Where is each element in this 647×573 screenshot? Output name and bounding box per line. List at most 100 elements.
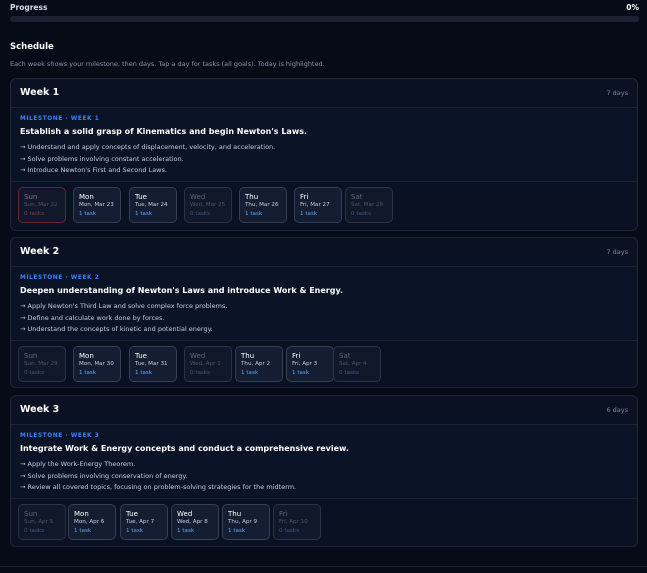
day-task-count: 1 task bbox=[228, 528, 246, 534]
day-name: Sun bbox=[24, 193, 38, 201]
week-day-count: 7 days bbox=[606, 89, 628, 97]
week-header[interactable]: Week 3 6 days bbox=[11, 396, 637, 425]
day-date: Sat, Mar 28 bbox=[351, 202, 384, 208]
day-task-count: 1 task bbox=[74, 528, 92, 534]
day-date: Fri, Apr 10 bbox=[279, 519, 308, 525]
day-name: Thu bbox=[241, 352, 255, 360]
objective-item: → Review all covered topics, focusing on… bbox=[20, 483, 297, 491]
day-task-count: 1 task bbox=[126, 528, 144, 534]
week-card: Week 2 7 days MILESTONE · WEEK 2 Deepen … bbox=[10, 237, 638, 388]
day-name: Fri bbox=[300, 193, 309, 201]
day-name: Thu bbox=[245, 193, 259, 201]
objective-item: → Define and calculate work done by forc… bbox=[20, 313, 165, 322]
week-header[interactable]: Week 1 7 days bbox=[11, 79, 637, 108]
day-task-count: 1 task bbox=[292, 370, 310, 376]
day-name: Tue bbox=[135, 193, 147, 201]
day-date: Tue, Apr 7 bbox=[126, 519, 155, 525]
day-date: Thu, Apr 2 bbox=[241, 361, 271, 367]
objective-item: → Introduce Newton's First and Second La… bbox=[20, 166, 167, 174]
day-date: Sun, Mar 22 bbox=[24, 202, 58, 208]
objective-item: → Understand and apply concepts of displ… bbox=[20, 143, 276, 151]
day-name: Sun bbox=[24, 510, 38, 518]
day-card-sat[interactable]: Sat Sat, Apr 4 0 tasks bbox=[333, 346, 381, 382]
day-date: Sun, Apr 5 bbox=[24, 519, 54, 525]
objective-item: → Solve problems involving constant acce… bbox=[20, 154, 184, 163]
day-card-sat[interactable]: Sat Sat, Mar 28 0 tasks bbox=[345, 187, 393, 223]
day-task-count: 1 task bbox=[300, 211, 318, 217]
week-card: Week 1 7 days MILESTONE · WEEK 1 Establi… bbox=[10, 78, 638, 231]
day-task-count: 1 task bbox=[135, 211, 153, 217]
day-task-count: 0 tasks bbox=[279, 528, 300, 534]
progress-label: Progress bbox=[10, 3, 48, 12]
day-card-fri[interactable]: Fri Fri, Apr 3 1 task bbox=[286, 346, 334, 382]
day-date: Wed, Mar 25 bbox=[190, 202, 226, 208]
objective-item: → Apply the Work-Energy Theorem. bbox=[20, 460, 136, 468]
day-task-count: 0 tasks bbox=[351, 211, 372, 217]
day-name: Sat bbox=[339, 352, 351, 360]
day-task-count: 1 task bbox=[79, 370, 97, 376]
progress-value: 0% bbox=[626, 3, 639, 12]
day-date: Sat, Apr 4 bbox=[339, 361, 367, 367]
day-task-count: 1 task bbox=[241, 370, 259, 376]
milestone-panel: MILESTONE · WEEK 1 Establish a solid gra… bbox=[11, 108, 637, 182]
day-date: Sun, Mar 29 bbox=[24, 361, 58, 367]
day-name: Sat bbox=[351, 193, 363, 201]
day-task-count: 1 task bbox=[245, 211, 263, 217]
day-task-count: 0 tasks bbox=[24, 211, 45, 217]
milestone-title: Establish a solid grasp of Kinematics an… bbox=[20, 127, 308, 136]
progress-bar bbox=[10, 16, 639, 22]
day-card-wed[interactable]: Wed Wed, Mar 25 0 tasks bbox=[184, 187, 232, 223]
objective-list: → Apply Newton's Third Law and solve com… bbox=[20, 301, 628, 336]
week-title: Week 2 bbox=[20, 246, 60, 257]
day-name: Mon bbox=[79, 352, 94, 360]
objective-item: → Solve problems involving conservation … bbox=[20, 471, 188, 480]
day-name: Wed bbox=[190, 352, 206, 360]
day-card-tue[interactable]: Tue Tue, Mar 24 1 task bbox=[129, 187, 177, 223]
week-card: Week 3 6 days MILESTONE · WEEK 3 Integra… bbox=[10, 395, 638, 547]
milestone-title: Deepen understanding of Newton's Laws an… bbox=[20, 286, 343, 295]
day-card-thu[interactable]: Thu Thu, Apr 9 1 task bbox=[222, 504, 270, 540]
day-task-count: 0 tasks bbox=[190, 211, 211, 217]
day-task-count: 0 tasks bbox=[24, 370, 45, 376]
day-date: Fri, Mar 27 bbox=[300, 202, 330, 208]
day-card-mon[interactable]: Mon Mon, Apr 6 1 task bbox=[68, 504, 116, 540]
day-date: Thu, Mar 26 bbox=[245, 202, 279, 208]
progress-header: Progress 0% bbox=[10, 3, 639, 13]
milestone-title: Integrate Work & Energy concepts and con… bbox=[20, 444, 349, 453]
day-card-thu[interactable]: Thu Thu, Apr 2 1 task bbox=[235, 346, 283, 382]
day-card-sun[interactable]: Sun Sun, Mar 29 0 tasks bbox=[18, 346, 66, 382]
day-name: Mon bbox=[74, 510, 89, 518]
day-card-thu[interactable]: Thu Thu, Mar 26 1 task bbox=[239, 187, 287, 223]
day-date: Mon, Mar 23 bbox=[79, 202, 114, 208]
week-title: Week 1 bbox=[20, 87, 60, 98]
week-title: Week 3 bbox=[20, 404, 60, 415]
day-name: Fri bbox=[292, 352, 301, 360]
day-card-tue[interactable]: Tue Tue, Apr 7 1 task bbox=[120, 504, 168, 540]
day-task-count: 0 tasks bbox=[339, 370, 360, 376]
day-row: Sun Sun, Mar 29 0 tasks Mon Mon, Mar 30 … bbox=[11, 341, 637, 388]
day-card-fri[interactable]: Fri Fri, Mar 27 1 task bbox=[294, 187, 342, 223]
day-name: Tue bbox=[126, 510, 138, 518]
day-card-mon[interactable]: Mon Mon, Mar 23 1 task bbox=[73, 187, 121, 223]
day-card-fri[interactable]: Fri Fri, Apr 10 0 tasks bbox=[273, 504, 321, 540]
day-date: Thu, Apr 9 bbox=[228, 519, 258, 525]
day-task-count: 0 tasks bbox=[190, 370, 211, 376]
day-row: Sun Sun, Apr 5 0 tasks Mon Mon, Apr 6 1 … bbox=[11, 499, 637, 546]
milestone-tag: MILESTONE · WEEK 2 bbox=[20, 275, 100, 281]
day-card-tue[interactable]: Tue Tue, Mar 31 1 task bbox=[129, 346, 177, 382]
week-day-count: 6 days bbox=[606, 406, 628, 414]
day-card-sun[interactable]: Sun Sun, Apr 5 0 tasks bbox=[18, 504, 66, 540]
day-card-sun[interactable]: Sun Sun, Mar 22 0 tasks bbox=[18, 187, 66, 223]
day-row: Sun Sun, Mar 22 0 tasks Mon Mon, Mar 23 … bbox=[11, 182, 637, 229]
week-header[interactable]: Week 2 7 days bbox=[11, 238, 637, 267]
day-card-wed[interactable]: Wed Wed, Apr 1 0 tasks bbox=[184, 346, 232, 382]
milestone-panel: MILESTONE · WEEK 2 Deepen understanding … bbox=[11, 267, 637, 341]
week-day-count: 7 days bbox=[606, 248, 628, 256]
day-card-wed[interactable]: Wed Wed, Apr 8 1 task bbox=[171, 504, 219, 540]
objective-item: → Apply Newton's Third Law and solve com… bbox=[20, 302, 228, 310]
day-task-count: 1 task bbox=[79, 211, 97, 217]
day-task-count: 1 task bbox=[177, 528, 195, 534]
day-date: Tue, Mar 31 bbox=[135, 361, 168, 367]
day-name: Thu bbox=[228, 510, 242, 518]
day-card-mon[interactable]: Mon Mon, Mar 30 1 task bbox=[73, 346, 121, 382]
